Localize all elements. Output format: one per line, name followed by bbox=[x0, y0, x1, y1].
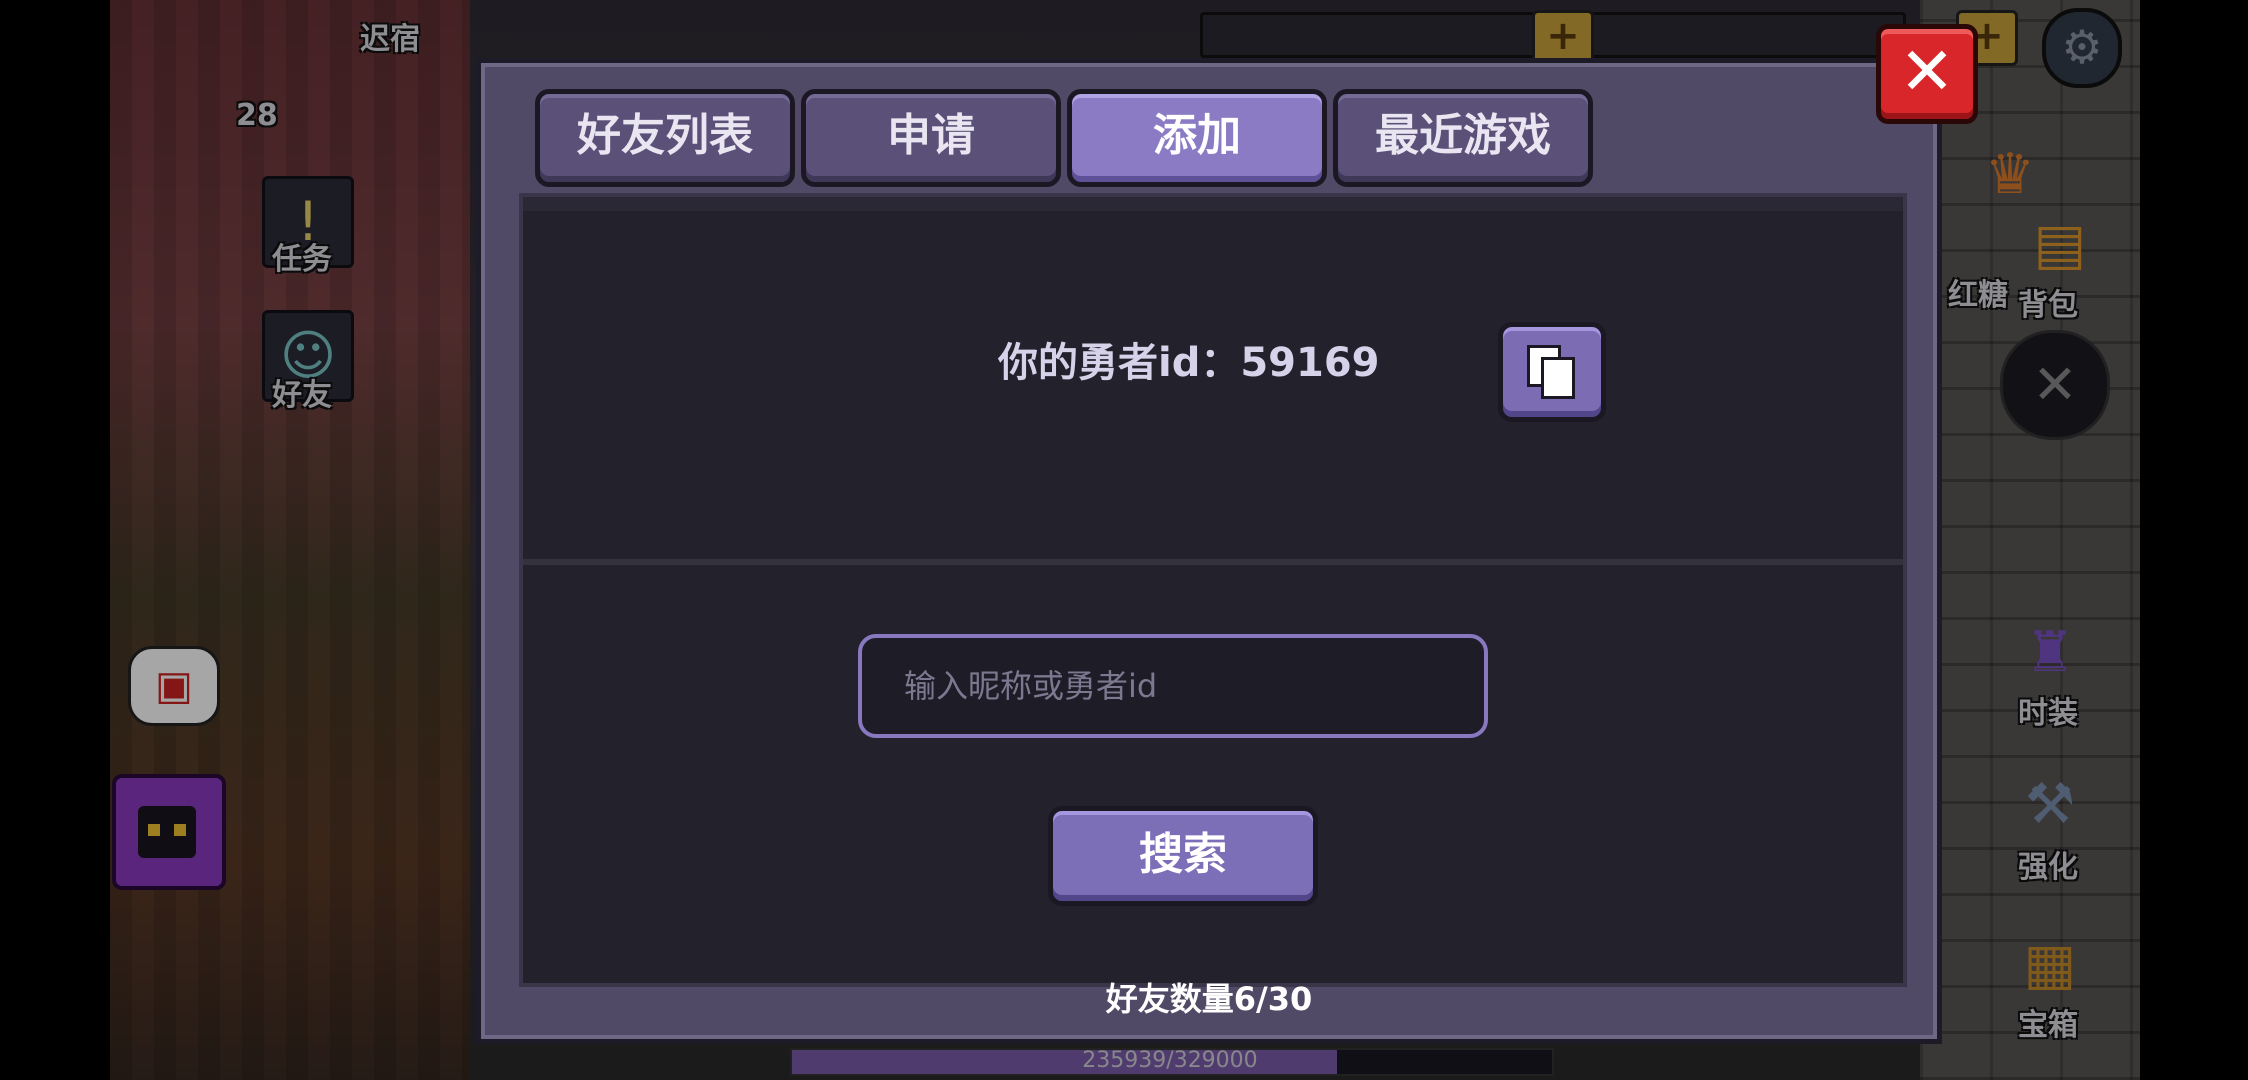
hero-id-label: 你的勇者id： bbox=[998, 340, 1241, 386]
content-top-shade bbox=[523, 197, 1903, 211]
friend-count: 好友数量6/30 bbox=[1105, 980, 1313, 1018]
copy-id-button[interactable] bbox=[1498, 322, 1606, 422]
hero-id-value: 59169 bbox=[1240, 340, 1380, 386]
hero-id-display: 你的勇者id：59169 bbox=[998, 330, 1380, 388]
close-dialog-button[interactable]: ✕ bbox=[1876, 24, 1978, 124]
content-divider bbox=[523, 559, 1903, 565]
copy-icon-front-page bbox=[1541, 357, 1575, 399]
search-button[interactable]: 搜索 bbox=[1048, 806, 1318, 906]
tab-add[interactable]: 添加 bbox=[1067, 89, 1327, 187]
tab-recent-games[interactable]: 最近游戏 bbox=[1333, 89, 1593, 187]
tab-requests[interactable]: 申请 bbox=[801, 89, 1061, 187]
search-input[interactable] bbox=[858, 634, 1488, 738]
tab-friend-list[interactable]: 好友列表 bbox=[535, 89, 795, 187]
